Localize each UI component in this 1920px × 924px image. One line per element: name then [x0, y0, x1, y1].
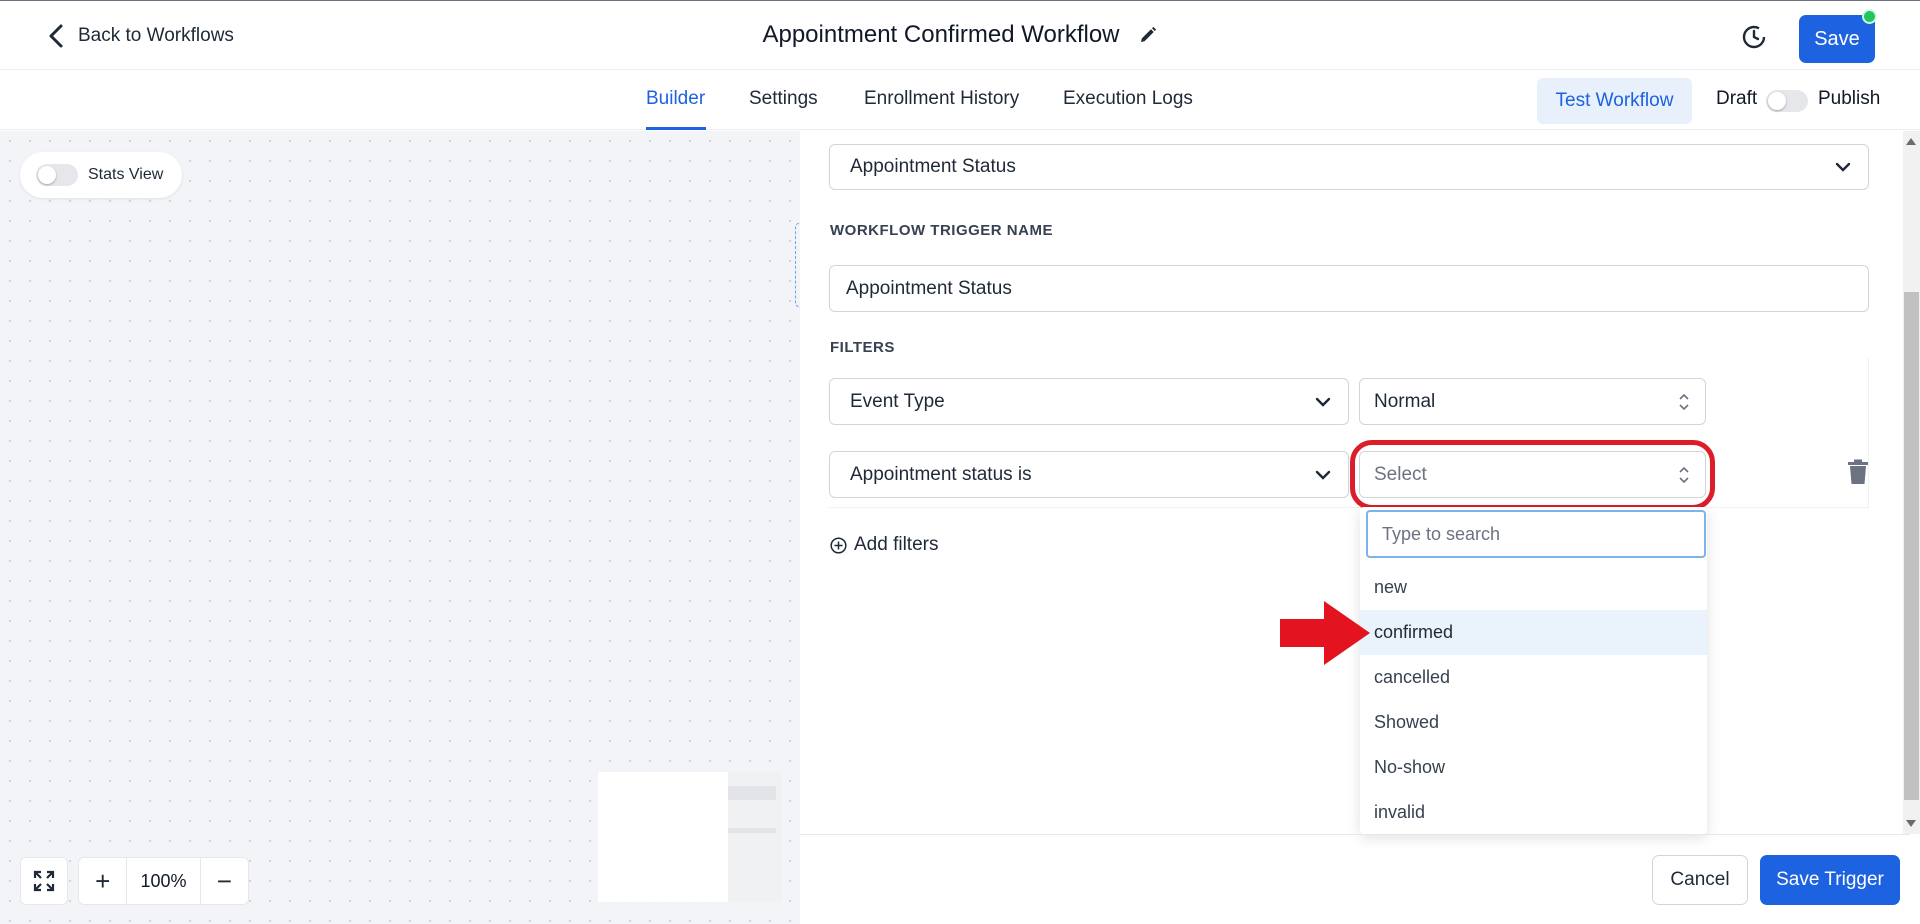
- status-dropdown-menu: new confirmed cancelled Showed No-show i…: [1360, 507, 1707, 834]
- annotation-arrow-icon: [1280, 601, 1370, 665]
- publish-label: Publish: [1818, 88, 1881, 109]
- zoom-controls: + 100% −: [78, 857, 249, 905]
- zoom-level: 100%: [126, 858, 201, 904]
- expand-icon: [33, 870, 55, 892]
- option-new[interactable]: new: [1360, 565, 1707, 610]
- publish-toggle[interactable]: [1766, 90, 1808, 112]
- add-filters-button[interactable]: Add filters: [830, 534, 938, 556]
- minimap-node: [728, 828, 776, 833]
- trash-icon[interactable]: [1847, 459, 1869, 485]
- option-showed[interactable]: Showed: [1360, 700, 1707, 745]
- stats-view-control: Stats View: [20, 152, 182, 198]
- chevron-down-icon: [1315, 397, 1331, 407]
- chevron-down-icon: [1315, 470, 1331, 480]
- save-button[interactable]: Save: [1799, 15, 1875, 63]
- filters-label: FILTERS: [830, 339, 895, 356]
- option-invalid[interactable]: invalid: [1360, 790, 1707, 834]
- option-no-show[interactable]: No-show: [1360, 745, 1707, 790]
- zoom-in-button[interactable]: +: [79, 858, 126, 904]
- back-label: Back to Workflows: [78, 25, 234, 46]
- filter-field-value: Appointment status is: [850, 463, 1032, 485]
- tab-execution-logs[interactable]: Execution Logs: [1063, 88, 1193, 110]
- chevron-left-icon: [49, 24, 63, 48]
- updown-icon: [1679, 393, 1689, 410]
- trigger-name-label: WORKFLOW TRIGGER NAME: [830, 222, 1053, 239]
- plus-circle-icon: [830, 536, 847, 554]
- pencil-icon[interactable]: [1138, 25, 1158, 45]
- add-filters-label: Add filters: [854, 534, 939, 555]
- tab-bar: Builder Settings Enrollment History Exec…: [0, 70, 1920, 130]
- tab-enrollment-history[interactable]: Enrollment History: [864, 88, 1019, 110]
- chevron-down-icon: [1835, 162, 1851, 172]
- back-to-workflows-link[interactable]: Back to Workflows: [46, 23, 234, 49]
- tab-builder[interactable]: Builder: [646, 88, 705, 110]
- trigger-type-select[interactable]: Appointment Status: [829, 144, 1869, 190]
- save-trigger-button[interactable]: Save Trigger: [1760, 855, 1900, 905]
- status-dot: [1862, 9, 1877, 24]
- minimap-node: [728, 786, 776, 800]
- cancel-button[interactable]: Cancel: [1652, 855, 1748, 905]
- scrollbar-thumb[interactable]: [1904, 292, 1919, 800]
- filter-field-select[interactable]: Appointment status is: [829, 451, 1349, 498]
- minimap-viewport: [598, 772, 728, 902]
- app-header: Back to Workflows Appointment Confirmed …: [0, 0, 1920, 70]
- filter-value: Normal: [1374, 390, 1436, 412]
- workflow-title: Appointment Confirmed Workflow: [762, 21, 1157, 49]
- stats-view-toggle[interactable]: [36, 164, 78, 186]
- trigger-name-input[interactable]: Appointment Status: [829, 265, 1869, 312]
- draft-label: Draft: [1716, 88, 1758, 109]
- footer-divider: [800, 834, 1910, 835]
- trigger-name-value: Appointment Status: [846, 277, 1012, 299]
- scroll-up-arrow-icon[interactable]: [1906, 138, 1916, 145]
- filter-field-select[interactable]: Event Type: [829, 378, 1349, 425]
- option-cancelled[interactable]: cancelled: [1360, 655, 1707, 700]
- option-confirmed[interactable]: confirmed: [1360, 610, 1707, 655]
- scroll-down-arrow-icon[interactable]: [1906, 820, 1916, 827]
- history-icon[interactable]: [1740, 23, 1768, 51]
- test-workflow-button[interactable]: Test Workflow: [1537, 78, 1692, 124]
- canvas-minimap[interactable]: [598, 772, 781, 902]
- tab-settings[interactable]: Settings: [749, 88, 818, 110]
- trigger-type-value: Appointment Status: [850, 156, 1016, 177]
- annotation-highlight-ring: [1350, 440, 1715, 510]
- workflow-title-text: Appointment Confirmed Workflow: [762, 21, 1120, 48]
- filter-field-value: Event Type: [850, 390, 945, 412]
- active-tab-indicator: [646, 127, 706, 130]
- stats-view-label: Stats View: [88, 166, 164, 183]
- fit-view-button[interactable]: [20, 857, 68, 905]
- dropdown-search-input[interactable]: [1366, 510, 1706, 558]
- filter-value-select[interactable]: Normal: [1359, 378, 1706, 425]
- zoom-out-button[interactable]: −: [201, 858, 248, 904]
